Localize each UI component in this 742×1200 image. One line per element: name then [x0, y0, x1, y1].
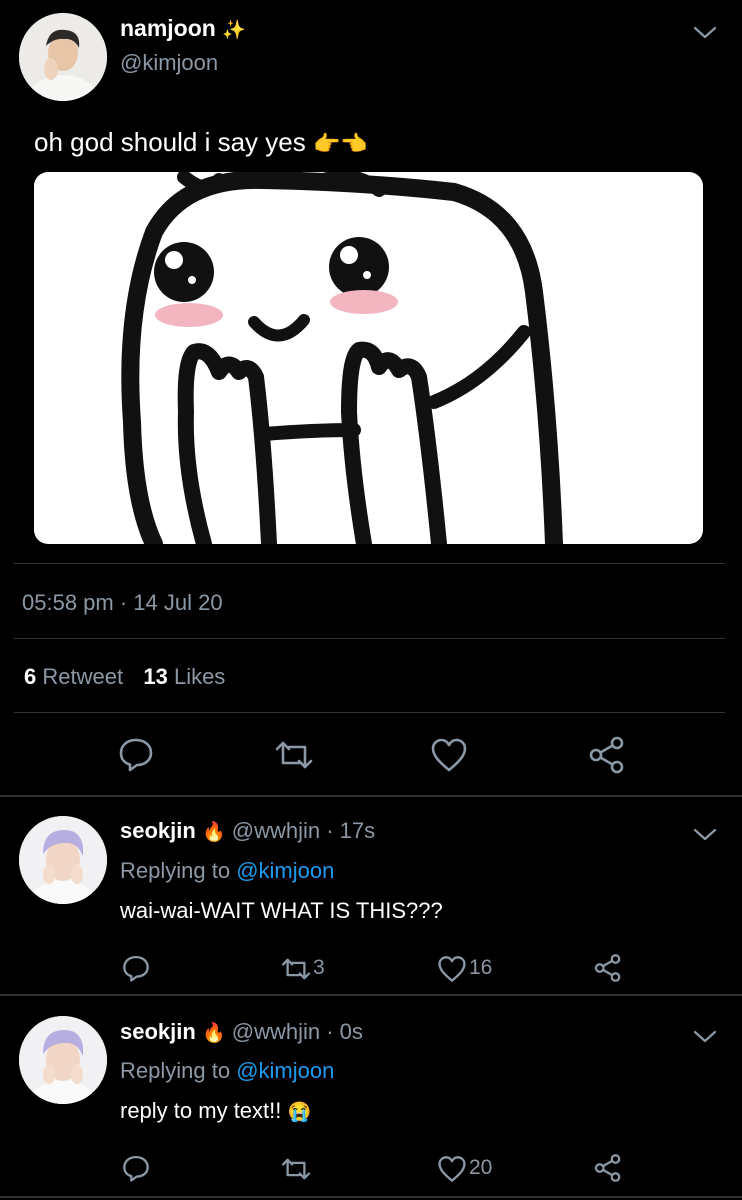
tweet-text-body: oh god should i say yes [34, 127, 306, 157]
author-name[interactable]: seokjin [120, 818, 196, 843]
reply-icon[interactable] [122, 1154, 150, 1182]
retweet-icon[interactable] [280, 1155, 312, 1183]
tweet-date: 14 Jul 20 [133, 590, 223, 615]
sparkles-emoji: ✨ [222, 20, 246, 41]
author-handle[interactable]: @kimjoon [120, 50, 218, 76]
tweet-time: 05:58 pm [22, 590, 114, 615]
divider [0, 1196, 742, 1198]
timestamp: 05:58 pm · 14 Jul 20 [22, 590, 223, 616]
divider [0, 795, 742, 797]
cute-character-illustration [121, 172, 563, 544]
replying-to: Replying to @kimjoon [120, 1058, 334, 1084]
reply-header: seokjin 🔥 @wwhjin · 17s [120, 818, 375, 844]
share-icon[interactable] [593, 953, 623, 983]
fire-emoji: 🔥 [201, 822, 226, 843]
likes-count[interactable]: 13 [143, 664, 167, 689]
author-name[interactable]: seokjin [120, 1019, 196, 1044]
tweet-media-image[interactable] [34, 172, 703, 544]
tweet-text: oh god should i say yes 👉👈 [34, 127, 368, 158]
replying-to-label: Replying to [120, 858, 231, 883]
author-handle[interactable]: @wwhjin [232, 1019, 320, 1044]
retweet-count[interactable]: 6 [24, 664, 36, 689]
divider [14, 712, 725, 713]
like-count: 16 [469, 956, 493, 979]
replying-to-handle[interactable]: @kimjoon [236, 858, 334, 883]
date-separator: · [113, 590, 134, 615]
retweet-icon[interactable] [273, 737, 315, 773]
retweet-label[interactable]: Retweet [42, 664, 123, 689]
retweet-count: 3 [313, 956, 325, 979]
author-name[interactable]: namjoon [120, 15, 216, 41]
divider [14, 638, 725, 639]
retweet-icon[interactable] [280, 955, 312, 983]
chevron-down-icon[interactable] [692, 1026, 718, 1046]
like-count: 20 [469, 1156, 493, 1179]
share-icon[interactable] [593, 1153, 623, 1183]
reply-text: reply to my text!! 😭 [120, 1098, 311, 1124]
share-icon[interactable] [587, 735, 627, 775]
reply-icon[interactable] [122, 954, 150, 982]
chevron-down-icon[interactable] [692, 22, 718, 42]
replying-to-label: Replying to [120, 1058, 231, 1083]
heart-icon[interactable] [437, 1155, 467, 1183]
reply-time: · 17s [326, 818, 376, 843]
heart-icon[interactable] [437, 955, 467, 983]
avatar[interactable] [19, 1016, 107, 1104]
reply-header: seokjin 🔥 @wwhjin · 0s [120, 1019, 363, 1045]
divider [14, 563, 725, 564]
author-handle[interactable]: @wwhjin [232, 818, 320, 843]
chevron-down-icon[interactable] [692, 824, 718, 844]
replying-to-handle[interactable]: @kimjoon [236, 1058, 334, 1083]
heart-icon[interactable] [430, 737, 468, 773]
fire-emoji: 🔥 [201, 1023, 226, 1044]
author-name-row: namjoon ✨ [120, 15, 246, 42]
crying-emoji: 😭 [287, 1102, 312, 1123]
reply-time: · 0s [326, 1019, 363, 1044]
reply-text: wai-wai-WAIT WHAT IS THIS??? [120, 898, 443, 923]
likes-label[interactable]: Likes [174, 664, 225, 689]
avatar[interactable] [19, 13, 107, 101]
replying-to: Replying to @kimjoon [120, 858, 334, 884]
divider [0, 994, 742, 996]
avatar[interactable] [19, 816, 107, 904]
reply-text-body: reply to my text!! [120, 1098, 282, 1123]
engagement-stats: 6 Retweet 13 Likes [24, 664, 225, 690]
reply-icon[interactable] [118, 736, 154, 772]
pointing-fingers-emoji: 👉👈 [312, 131, 368, 156]
